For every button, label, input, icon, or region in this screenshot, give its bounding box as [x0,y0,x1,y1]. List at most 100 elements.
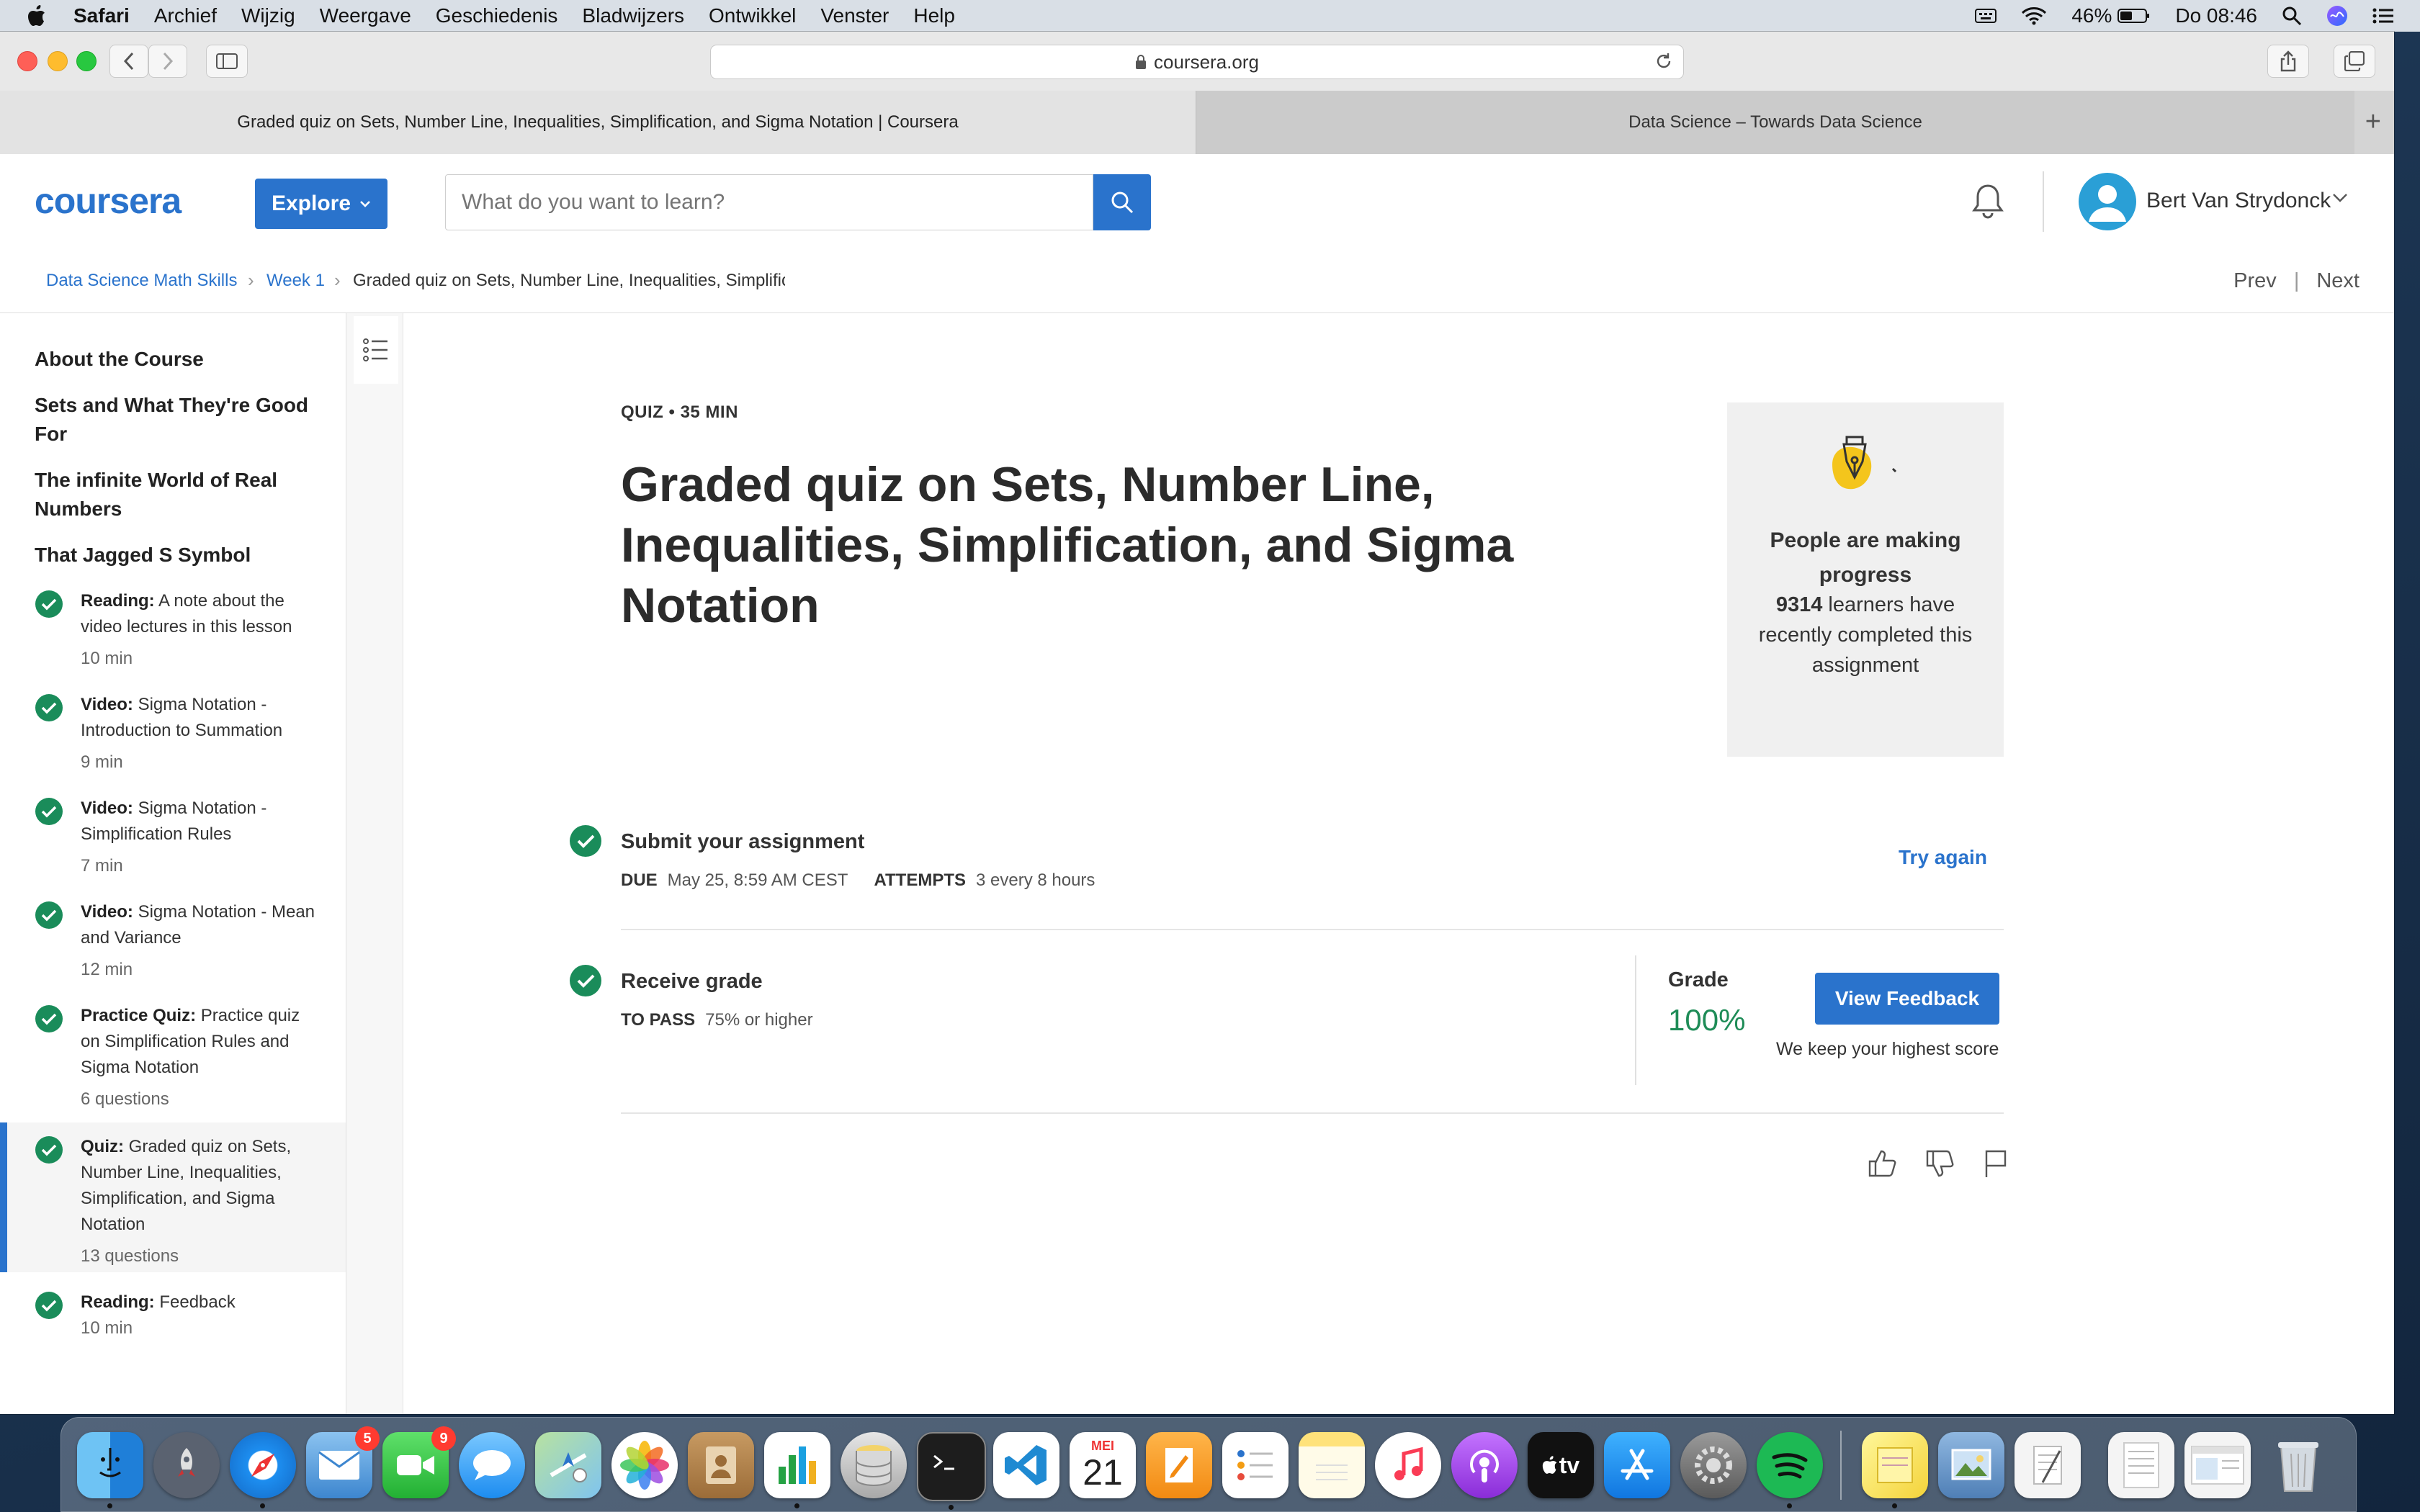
next-link[interactable]: Next [2316,269,2360,293]
app-store-icon[interactable] [1604,1432,1670,1498]
new-tab-plus-icon[interactable]: + [2365,107,2381,138]
view-feedback-button[interactable]: View Feedback [1815,973,1999,1025]
sidebar-item-graded-quiz[interactable]: Quiz: Graded quiz on Sets, Number Line, … [0,1122,346,1272]
sidebar-item-reading-feedback[interactable]: Reading: Feedback 10 min [0,1290,346,1354]
messages-icon[interactable] [459,1432,525,1498]
maps-icon[interactable] [535,1432,601,1498]
sidebar-item-video-rules[interactable]: Video: Sigma Notation - Simplification R… [0,796,346,889]
search-input[interactable] [445,174,1093,230]
numbers-icon[interactable] [764,1432,830,1508]
photos-icon[interactable] [611,1432,678,1498]
forward-button[interactable] [148,45,187,78]
address-bar[interactable]: coursera.org [710,45,1684,79]
calendar-icon[interactable]: MEI 21 [1070,1432,1136,1498]
menu-geschiedenis[interactable]: Geschiedenis [436,4,558,27]
terminal-icon[interactable] [917,1432,986,1510]
safari-app-icon[interactable] [230,1432,296,1508]
progress-card-body: 9314 learners have recently completed th… [1742,590,1989,680]
sidebar-item-video-mean[interactable]: Video: Sigma Notation - Mean and Varianc… [0,899,346,993]
menu-archief[interactable]: Archief [154,4,217,27]
sidebar-heading-sets[interactable]: Sets and What They're Good For [35,391,323,449]
siri-icon[interactable] [2326,5,2348,27]
facetime-icon[interactable]: 9 [382,1426,456,1498]
textedit-icon[interactable] [2015,1432,2081,1498]
tabs-icon [2344,51,2365,71]
svg-text:coursera: coursera [35,184,182,220]
minimize-window-button[interactable] [48,51,68,71]
apple-icon[interactable] [27,5,49,27]
reminders-icon[interactable] [1222,1432,1289,1498]
sidebar-toggle-button[interactable] [206,45,248,78]
spotify-icon[interactable] [1757,1432,1823,1508]
outline-toggle-button[interactable] [354,316,398,384]
coursera-logo[interactable]: coursera [35,181,219,224]
pages-icon[interactable] [1146,1432,1212,1498]
sidebar-item-practice-quiz[interactable]: Practice Quiz: Practice quiz on Simplifi… [0,1003,346,1111]
sidebar-heading-about[interactable]: About the Course [35,345,323,374]
sidebar-heading-jagged-s[interactable]: That Jagged S Symbol [35,541,323,570]
sidebar-item-video-intro[interactable]: Video: Sigma Notation - Introduction to … [0,692,346,786]
sidebar-item-label: Reading: Feedback [81,1290,318,1315]
breadcrumb-course[interactable]: Data Science Math Skills [46,271,237,291]
preview-icon[interactable] [1938,1432,2004,1498]
close-window-button[interactable] [17,51,37,71]
finder-icon[interactable] [77,1432,143,1508]
menu-help[interactable]: Help [913,4,955,27]
battery-status[interactable]: 46% [2071,4,2151,27]
breadcrumb-week[interactable]: Week 1 [266,271,325,291]
mail-icon[interactable]: 5 [306,1426,380,1498]
item-meta: 7 min [81,856,123,876]
flag-icon[interactable] [1982,1148,2008,1182]
apple-tv-icon[interactable]: tv [1528,1432,1594,1498]
fullscreen-window-button[interactable] [76,51,97,71]
item-type: Reading: [81,591,155,611]
system-preferences-icon[interactable] [1680,1432,1747,1498]
menubar-clock[interactable]: Do 08:46 [2175,4,2257,27]
sidebar-icon [216,53,238,69]
tab-coursera-quiz[interactable]: Graded quiz on Sets, Number Line, Inequa… [0,91,1196,154]
avatar[interactable] [2079,173,2136,230]
try-again-link[interactable]: Try again [1899,846,1987,869]
sidebar-item-reading-note[interactable]: Reading: A note about the video lectures… [0,588,346,682]
wifi-icon[interactable] [2021,6,2047,25]
quiz-type-label: QUIZ • 35 MIN [621,402,738,422]
reload-icon[interactable] [1654,52,1673,71]
tab-towards-data-science[interactable]: Data Science – Towards Data Science [1196,91,2354,154]
podcasts-icon[interactable] [1451,1432,1518,1498]
sidebar-heading-real-numbers[interactable]: The infinite World of Real Numbers [35,466,323,523]
prev-link[interactable]: Prev [2233,269,2277,293]
item-meta: 13 questions [81,1246,179,1266]
thumbs-up-icon[interactable] [1867,1148,1897,1182]
notification-center-icon[interactable] [2372,7,2394,24]
menu-safari[interactable]: Safari [73,4,130,27]
menu-ontwikkel[interactable]: Ontwikkel [709,4,796,27]
search-button[interactable] [1093,174,1151,230]
document-thumbnail-icon[interactable] [2108,1432,2174,1498]
safari-window: coursera.org Graded quiz on Sets, Number… [0,32,2394,1414]
menu-wijzig[interactable]: Wijzig [241,4,295,27]
vscode-icon[interactable] [993,1432,1059,1498]
notes-icon[interactable] [1299,1432,1365,1498]
tab-bar: Graded quiz on Sets, Number Line, Inequa… [0,91,2394,155]
sequel-database-icon[interactable] [841,1432,907,1498]
music-icon[interactable] [1375,1432,1441,1498]
thumbs-down-icon[interactable] [1924,1148,1955,1182]
username[interactable]: Bert Van Strydonck [2146,189,2331,213]
keyboard-icon[interactable] [1975,7,1997,24]
trash-icon[interactable] [2265,1432,2331,1498]
contacts-icon[interactable] [688,1432,754,1498]
tab-overview-button[interactable] [2334,45,2375,78]
spotlight-search-icon[interactable] [2282,6,2302,26]
share-button[interactable] [2267,45,2309,78]
stickies-icon[interactable] [1862,1432,1928,1508]
menu-venster[interactable]: Venster [820,4,889,27]
user-menu-chevron-down-icon[interactable] [2332,193,2348,207]
notification-bell-icon[interactable] [1971,183,2005,224]
launchpad-icon[interactable] [153,1432,220,1498]
back-button[interactable] [109,45,148,78]
menu-bladwijzers[interactable]: Bladwijzers [582,4,684,27]
menu-weergave[interactable]: Weergave [320,4,411,27]
running-indicator [1892,1503,1897,1508]
explore-button[interactable]: Explore [255,179,387,229]
window-thumbnail-icon[interactable] [2184,1432,2251,1498]
